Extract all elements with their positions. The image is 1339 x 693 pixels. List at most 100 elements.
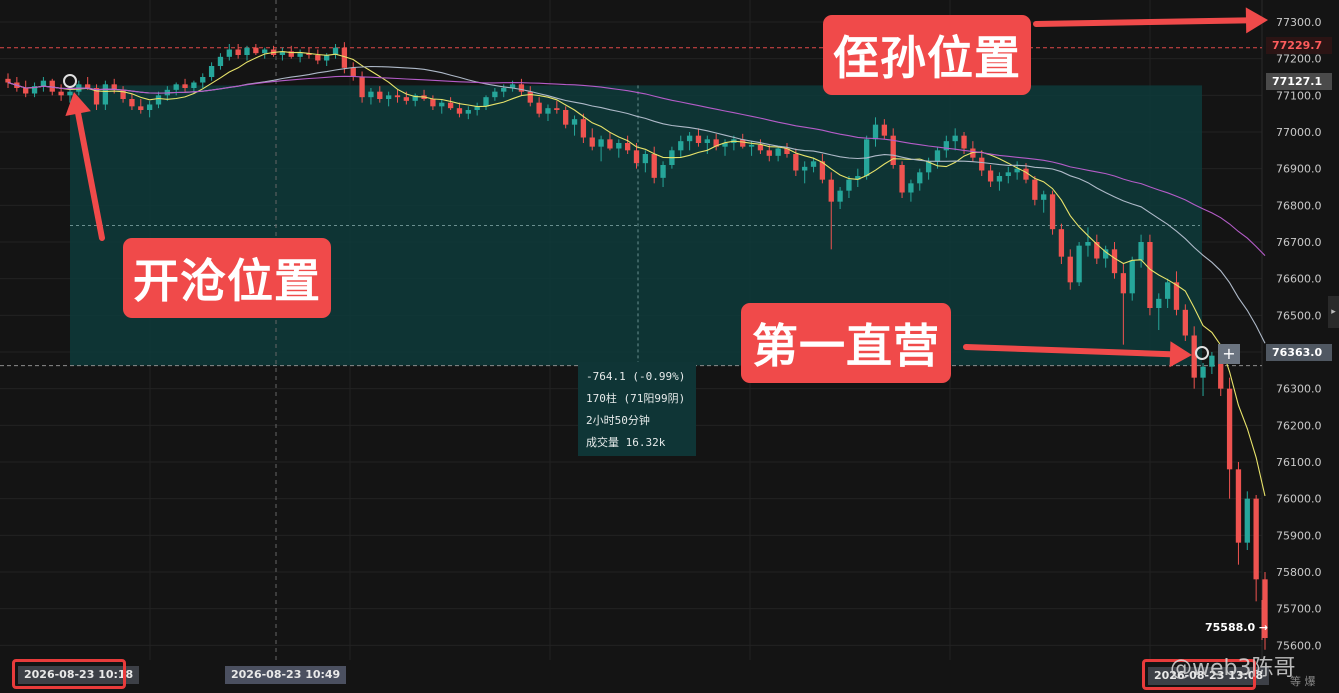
measurement-volume: 成交量 16.32k: [586, 436, 666, 449]
stop-loss-price-tag: 77229.7: [1266, 37, 1332, 54]
candle-body: [536, 102, 542, 114]
candle-body: [899, 165, 905, 193]
measurement-bars: 170柱 (71阳99阴): [586, 392, 686, 405]
candle-body: [1164, 282, 1171, 299]
candle-body: [1067, 256, 1073, 283]
candle-body: [492, 91, 498, 98]
candle-body: [208, 66, 215, 77]
candle-body: [155, 95, 162, 105]
candle-body: [987, 170, 994, 182]
candle-body: [1209, 355, 1215, 367]
candle-body: [200, 77, 206, 83]
candle-body: [49, 80, 55, 92]
candle-body: [872, 124, 879, 140]
candle-body: [1226, 388, 1233, 470]
candle-body: [5, 78, 11, 83]
candle-body: [563, 110, 569, 125]
candle-body: [624, 143, 631, 151]
candle-body: [40, 80, 47, 87]
candle-body: [315, 55, 321, 61]
add-alert-button[interactable]: +: [1218, 344, 1240, 364]
time-crosshair-label: 2026-08-23 10:49: [225, 666, 347, 684]
candle-body: [182, 84, 188, 88]
candle-body: [217, 56, 224, 66]
candle-body: [527, 91, 533, 103]
collapse-arrow-icon[interactable]: ▸: [1328, 296, 1339, 328]
y-tick-label: 77200.0: [1276, 53, 1322, 66]
candle-body: [439, 102, 445, 107]
candle-body: [846, 179, 852, 191]
candle-body: [483, 97, 489, 107]
candle-body: [173, 84, 179, 90]
candle-body: [1005, 172, 1011, 176]
candle-body: [235, 49, 241, 55]
candle-body: [545, 108, 551, 114]
candle-body: [456, 108, 463, 114]
y-tick-label: 75900.0: [1276, 529, 1322, 542]
candle-body: [1147, 242, 1153, 308]
y-tick-label: 75800.0: [1276, 566, 1322, 579]
candle-body: [244, 47, 250, 55]
candle-body: [1058, 229, 1065, 257]
watermark: @web3陈哥: [1170, 656, 1296, 681]
candle-body: [775, 148, 781, 156]
candle-body: [766, 150, 772, 156]
candle-body: [589, 137, 595, 147]
candle-body: [58, 91, 64, 96]
candle-body: [67, 91, 73, 96]
candle-body: [748, 144, 755, 147]
box-top-price-tag: 77127.1: [1266, 73, 1332, 90]
y-tick-label: 77000.0: [1276, 126, 1322, 139]
measurement-tooltip: -764.1 (-0.99%) 170柱 (71阳99阴) 2小时50分钟 成交…: [578, 362, 696, 456]
candle-body: [102, 84, 109, 105]
y-tick-label: 76000.0: [1276, 493, 1322, 506]
candle-body: [580, 119, 587, 138]
candle-body: [350, 67, 356, 77]
candle-body: [1076, 245, 1082, 283]
candle-body: [138, 106, 144, 110]
candle-body: [191, 82, 197, 88]
candle-body: [1111, 249, 1118, 274]
candle-body: [934, 150, 941, 162]
candle-body: [793, 154, 799, 171]
y-tick-label: 76600.0: [1276, 273, 1322, 286]
candle-body: [961, 135, 967, 149]
candle-body: [1200, 366, 1206, 378]
candle-body: [607, 139, 613, 149]
candle-body: [1085, 242, 1091, 246]
candle-body: [828, 179, 834, 202]
candle-body: [447, 102, 454, 109]
y-tick-label: 76800.0: [1276, 199, 1322, 212]
candle-body: [1253, 498, 1259, 580]
candle-body: [129, 99, 135, 107]
arrow-shaft: [1033, 17, 1250, 27]
candle-body: [1049, 194, 1056, 230]
candle-body: [616, 143, 622, 149]
y-tick-label: 75700.0: [1276, 603, 1322, 616]
candle-body: [979, 157, 985, 171]
start-highlight-box: [12, 659, 126, 689]
candle-body: [917, 172, 923, 184]
candle-body: [660, 165, 666, 178]
candle-body: [85, 84, 91, 88]
candle-body: [908, 183, 914, 193]
price-chart[interactable]: 77300.0 77200.0 77100.0 77000.0 76900.0 76800…: [0, 0, 1339, 693]
candle-body: [359, 77, 365, 98]
candle-body: [1244, 498, 1250, 543]
candle: [899, 161, 905, 198]
candle-body: [297, 53, 303, 57]
candle-body: [1032, 179, 1038, 200]
candle-body: [571, 119, 578, 125]
y-tick-label: 76200.0: [1276, 419, 1322, 432]
candle-body: [1156, 298, 1162, 308]
y-tick-label: 76100.0: [1276, 456, 1322, 469]
candle: [1076, 242, 1082, 286]
y-tick-label: 76900.0: [1276, 163, 1322, 176]
y-tick-label: 76300.0: [1276, 383, 1322, 396]
candle-body: [262, 49, 268, 54]
y-tick-label: 76500.0: [1276, 309, 1322, 322]
low-price-label: 75588.0 →: [1205, 621, 1269, 634]
candle-body: [23, 88, 29, 94]
candle-body: [952, 135, 958, 142]
corner-text: 等 爆: [1290, 675, 1316, 688]
